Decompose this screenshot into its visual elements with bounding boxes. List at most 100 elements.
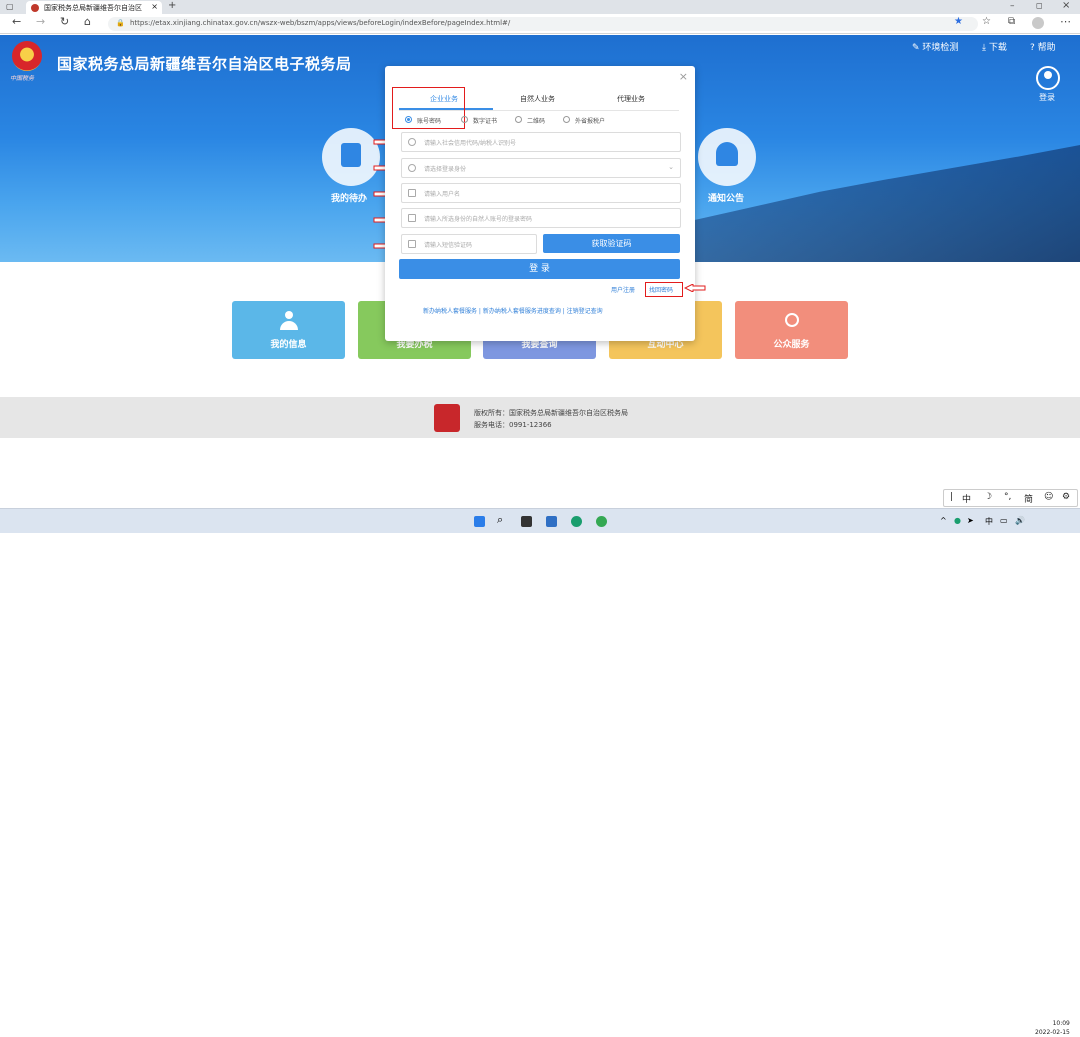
tile-label: 公众服务 <box>773 340 810 350</box>
identity-select[interactable]: 请选择登录身份 ⌄ <box>401 158 681 178</box>
edge-browser-icon[interactable] <box>571 516 582 527</box>
person-icon <box>280 311 298 331</box>
widgets-icon[interactable] <box>546 516 557 527</box>
moon-icon[interactable]: ☽ <box>984 492 992 502</box>
tile-label: 我要办税 <box>396 340 433 350</box>
lock-icon: 🔒 <box>116 19 125 27</box>
new-tab-icon[interactable]: + <box>168 0 176 11</box>
get-code-button[interactable]: 获取验证码 <box>543 234 680 253</box>
radio-account-password[interactable] <box>405 116 412 123</box>
login-modal: × 企业业务 自然人业务 代理业务 账号密码 数字证书 二维码 外省报税户 请输… <box>385 66 695 341</box>
tab-close-icon[interactable]: × <box>151 2 158 11</box>
message-icon <box>408 240 416 248</box>
notice-bell-icon[interactable] <box>698 128 756 186</box>
footer-emblem-icon <box>434 404 460 432</box>
placeholder: 请输入社会信用代码/纳税人识别号 <box>424 140 517 147</box>
tray-ime[interactable]: 中 <box>985 516 993 527</box>
user-icon <box>408 164 416 172</box>
user-login-icon[interactable] <box>1036 66 1060 90</box>
tray-app-icon[interactable]: ● <box>954 516 961 525</box>
browser-tabbar: ▢ 国家税务总局新疆维吾尔自治区 × + – ◻ × <box>0 0 1080 14</box>
tab-individual[interactable]: 自然人业务 <box>520 94 555 104</box>
send-icon[interactable]: ➤ <box>967 516 974 525</box>
chat-app-icon[interactable] <box>596 516 607 527</box>
tile-label: 我的信息 <box>270 340 307 350</box>
username-input[interactable]: 请输入用户名 <box>401 183 681 203</box>
browser-tab[interactable]: 国家税务总局新疆维吾尔自治区 × <box>26 1 162 14</box>
register-link[interactable]: 用户注册 <box>611 285 635 294</box>
refresh-icon[interactable]: ↻ <box>60 15 69 28</box>
tool-icon: ✎ <box>912 43 920 53</box>
minimize-icon[interactable]: – <box>1010 1 1015 11</box>
ime-toolbar: | 中 ☽ °, 简 ☺ ⚙ <box>943 489 1078 507</box>
tile-public-service[interactable]: 公众服务 <box>735 301 848 359</box>
graduate-icon <box>783 311 801 331</box>
radio-digital-cert[interactable] <box>461 116 468 123</box>
todo-label[interactable]: 我的待办 <box>331 191 367 204</box>
radio-qrcode[interactable] <box>515 116 522 123</box>
notice-label[interactable]: 通知公告 <box>708 191 744 204</box>
placeholder: 请输入短信验证码 <box>424 242 473 249</box>
volume-icon[interactable]: 🔊 <box>1015 516 1025 525</box>
browser-menu-icon[interactable]: ⋯ <box>1060 15 1071 28</box>
search-icon[interactable]: ⌕ <box>497 513 503 527</box>
radio-out-of-province[interactable] <box>563 116 570 123</box>
page-footer: 版权所有：国家税务总局新疆维吾尔自治区税务局 服务电话：0991-12366 <box>0 397 1080 438</box>
copyright-text: 版权所有：国家税务总局新疆维吾尔自治区税务局 <box>474 409 628 417</box>
annotation-highlight-box <box>645 282 683 297</box>
tab-title: 国家税务总局新疆维吾尔自治区 <box>44 4 142 12</box>
help-link[interactable]: ? 帮助 <box>1030 40 1056 53</box>
modal-close-icon[interactable]: × <box>679 70 688 83</box>
login-button[interactable]: 登 录 <box>399 259 680 279</box>
maximize-icon[interactable]: ◻ <box>1036 1 1043 10</box>
punctuation-icon[interactable]: °, <box>1004 492 1011 502</box>
tab-agent[interactable]: 代理业务 <box>617 94 645 104</box>
tile-label: 我要查询 <box>521 340 558 350</box>
favorites-icon[interactable]: ☆ <box>982 16 991 27</box>
sms-code-input[interactable]: 请输入短信验证码 <box>401 234 537 254</box>
display-icon[interactable]: ▭ <box>1000 516 1008 525</box>
chevron-down-icon: ⌄ <box>668 163 674 171</box>
placeholder: 请输入所选身份的自然人账号的登录密码 <box>424 216 533 223</box>
favorite-star-icon[interactable]: ★ <box>954 16 963 27</box>
emoji-icon[interactable]: ☺ <box>1044 492 1053 502</box>
site-favicon-icon <box>31 4 39 12</box>
windows-taskbar: ⌕ ^ ● ➤ 中 ▭ 🔊 10:09 2022-02-15 <box>0 508 1080 1036</box>
url-field[interactable]: 🔒 https://etax.xinjiang.chinatax.gov.cn/… <box>108 17 978 31</box>
forward-icon[interactable]: → <box>36 15 45 28</box>
radio-label: 账号密码 <box>417 118 442 125</box>
chevron-up-icon[interactable]: ^ <box>940 516 947 525</box>
home-icon[interactable]: ⌂ <box>84 15 91 28</box>
ime-script-mode[interactable]: 简 <box>1024 492 1033 505</box>
bottom-service-links[interactable]: 新办纳税人套餐服务 | 新办纳税人套餐服务进度查询 | 注销登记查询 <box>423 306 603 315</box>
start-icon[interactable] <box>474 516 485 527</box>
radio-label: 外省报税户 <box>575 118 606 125</box>
login-link[interactable]: 登录 <box>1039 92 1055 103</box>
download-link[interactable]: ⤓ 下载 <box>982 40 1007 53</box>
back-icon[interactable]: ← <box>12 15 21 28</box>
radio-label: 数字证书 <box>473 118 498 125</box>
tax-emblem-icon <box>12 41 42 71</box>
annotation-arrow-icon <box>684 284 706 292</box>
password-input[interactable]: 请输入所选身份的自然人账号的登录密码 <box>401 208 681 228</box>
window-close-icon[interactable]: × <box>1062 0 1070 11</box>
tab-actions-icon[interactable]: ▢ <box>6 2 14 11</box>
tile-my-info[interactable]: 我的信息 <box>232 301 345 359</box>
todo-icon[interactable] <box>322 128 380 186</box>
ime-handle[interactable]: | <box>950 492 953 502</box>
collections-icon[interactable]: ⧉ <box>1008 16 1015 27</box>
placeholder: 请选择登录身份 <box>424 166 467 173</box>
address-bar-row: ← → ↻ ⌂ 🔒 https://etax.xinjiang.chinatax… <box>0 14 1080 34</box>
env-check-link[interactable]: ✎ 环境检测 <box>912 40 958 53</box>
ime-language[interactable]: 中 <box>962 492 971 505</box>
profile-avatar[interactable] <box>1032 17 1044 29</box>
id-card-icon <box>408 189 416 197</box>
task-view-icon[interactable] <box>521 516 532 527</box>
user-icon <box>408 138 416 146</box>
settings-gear-icon[interactable]: ⚙ <box>1062 492 1070 502</box>
emblem-caption: 中国税务 <box>10 75 35 82</box>
system-clock[interactable]: 10:09 2022-02-15 <box>1035 1019 1070 1037</box>
placeholder: 请输入用户名 <box>424 191 461 198</box>
lock-icon <box>408 214 416 222</box>
credit-code-input[interactable]: 请输入社会信用代码/纳税人识别号 <box>401 132 681 152</box>
